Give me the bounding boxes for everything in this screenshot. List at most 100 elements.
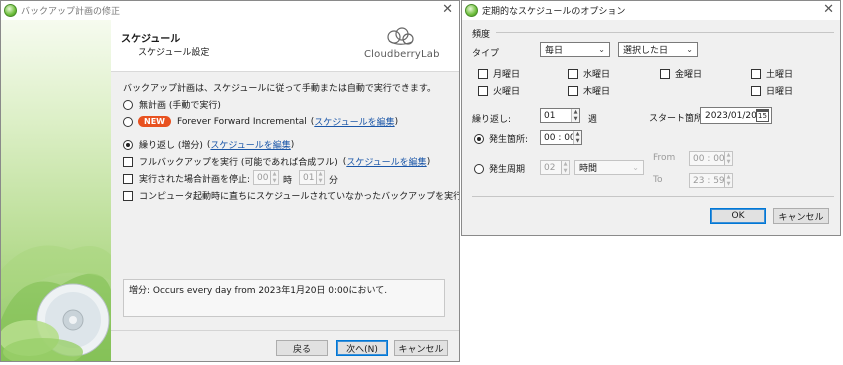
occurs-at-label: 発生箇所: [489, 135, 529, 145]
dialog-titlebar: 定期的なスケジュールのオプション ✕ [462, 1, 840, 20]
recurring-edit-schedule-link[interactable]: スケジュールを編集 [210, 138, 290, 151]
run-missed-checkbox[interactable] [123, 190, 133, 201]
occurs-every-unit-value: 時間 [579, 164, 598, 174]
calendar-icon[interactable]: 15 [756, 109, 769, 122]
thursday-checkbox[interactable] [568, 85, 578, 96]
weekday-friday[interactable]: 金曜日 [660, 67, 702, 80]
option-full-backup[interactable]: フルバックアップを実行 (可能であれば合成フル) (スケジュールを編集) [123, 155, 430, 168]
occurs-every-arrows[interactable]: ▲ ▼ [561, 161, 569, 174]
spin-down-icon[interactable]: ▼ [574, 138, 581, 145]
stop-minutes-unit: 分 [329, 176, 339, 186]
full-backup-edit-schedule-link[interactable]: スケジュールを編集 [346, 155, 426, 168]
weekday-sunday[interactable]: 日曜日 [751, 84, 793, 97]
option-stop-plan[interactable]: 実行された場合計画を停止: [123, 172, 250, 185]
stop-hours-arrows[interactable]: ▲ ▼ [270, 171, 278, 184]
back-button[interactable]: 戻る [276, 340, 328, 356]
recurring-schedule-dialog: 定期的なスケジュールのオプション ✕ 頻度 タイプ 毎日 ⌄ 選択した日 ⌄ 月… [461, 0, 841, 236]
repeat-stepper[interactable]: 01 ▲ ▼ [540, 108, 580, 123]
new-badge: NEW [138, 116, 171, 127]
saturday-checkbox[interactable] [751, 68, 761, 79]
to-time-arrows[interactable]: ▲ ▼ [724, 174, 732, 187]
friday-checkbox[interactable] [660, 68, 670, 79]
wednesday-checkbox[interactable] [568, 68, 578, 79]
chevron-down-icon: ⌄ [598, 45, 605, 54]
cloud-logo-icon [387, 27, 414, 45]
cloudberry-app-icon [4, 4, 17, 17]
stop-minutes-stepper[interactable]: 01 ▲ ▼ [299, 170, 325, 185]
cd-disc-icon [1, 245, 111, 361]
stop-hours-unit: 時 [283, 176, 293, 186]
occurs-at-radio[interactable] [474, 133, 484, 144]
stop-hours-stepper[interactable]: 00 ▲ ▼ [253, 170, 279, 185]
from-time-arrows[interactable]: ▲ ▼ [724, 152, 732, 165]
start-label: スタート箇所: [649, 114, 707, 124]
wizard-titlebar: バックアップ計画の修正 ✕ [1, 1, 459, 20]
page-title: スケジュール [121, 34, 181, 45]
selected-day-select[interactable]: 選択した日 ⌄ [618, 42, 698, 57]
spin-down-icon[interactable]: ▼ [271, 178, 278, 185]
repeat-unit: 週 [588, 115, 598, 125]
type-select-value: 毎日 [545, 46, 564, 56]
option-no-schedule[interactable]: 無計画 (手動で実行) [123, 98, 221, 111]
option-occurs-every[interactable]: 発生周期 [474, 162, 525, 175]
full-backup-checkbox[interactable] [123, 156, 133, 167]
weekday-saturday[interactable]: 土曜日 [751, 67, 793, 80]
ffi-edit-schedule-link[interactable]: スケジュールを編集 [314, 115, 394, 128]
option-run-missed[interactable]: コンピュータ起動時に直ちにスケジュールされていなかったバックアップを実行する [123, 189, 459, 202]
occurs-at-time-stepper[interactable]: 00 : 00 ▲ ▼ [540, 130, 582, 145]
wednesday-label: 水曜日 [583, 70, 611, 80]
recurring-label: 繰り返し (増分) [139, 141, 203, 151]
full-backup-paren-close: ) [426, 156, 431, 167]
option-ffi[interactable]: NEW Forever Forward Incremental (スケジュールを… [123, 115, 398, 128]
cancel-button[interactable]: キャンセル [394, 340, 448, 356]
weekday-wednesday[interactable]: 水曜日 [568, 67, 610, 80]
spin-down-icon[interactable]: ▼ [317, 178, 324, 185]
chevron-down-icon: ⌄ [632, 163, 639, 172]
occurs-every-radio[interactable] [474, 163, 484, 174]
tuesday-checkbox[interactable] [478, 85, 488, 96]
from-time-value: 00 : 00 [693, 153, 725, 164]
from-time-stepper[interactable]: 00 : 00 ▲ ▼ [689, 151, 733, 166]
weekday-thursday[interactable]: 木曜日 [568, 84, 610, 97]
repeat-arrows[interactable]: ▲ ▼ [571, 109, 579, 122]
selected-day-value: 選択した日 [623, 46, 669, 56]
option-recurring[interactable]: 繰り返し (増分) (スケジュールを編集) [123, 138, 294, 151]
to-time-stepper[interactable]: 23 : 59 ▲ ▼ [689, 173, 733, 188]
full-backup-label: フルバックアップを実行 (可能であれば合成フル) [139, 158, 338, 168]
wizard-close-icon[interactable]: ✕ [442, 2, 453, 18]
monday-checkbox[interactable] [478, 68, 488, 79]
spin-down-icon[interactable]: ▼ [725, 159, 732, 166]
occurs-every-value: 02 [544, 162, 556, 173]
occurs-every-stepper[interactable]: 02 ▲ ▼ [540, 160, 570, 175]
start-date-value: 2023/01/20 [705, 110, 757, 121]
ffi-radio[interactable] [123, 116, 133, 127]
option-occurs-at[interactable]: 発生箇所: [474, 132, 528, 145]
monday-label: 月曜日 [493, 70, 521, 80]
occurs-at-arrows[interactable]: ▲ ▼ [573, 131, 581, 144]
spin-down-icon[interactable]: ▼ [562, 168, 569, 175]
dialog-bottom-divider [472, 196, 834, 197]
recurring-paren-close: ) [290, 139, 295, 150]
stop-hours-value: 00 [257, 172, 269, 183]
recurring-radio[interactable] [123, 139, 133, 150]
weekday-monday[interactable]: 月曜日 [478, 67, 520, 80]
dialog-cancel-button[interactable]: キャンセル [773, 208, 829, 224]
stop-minutes-value: 01 [303, 172, 315, 183]
ok-button[interactable]: OK [710, 208, 766, 224]
type-select[interactable]: 毎日 ⌄ [540, 42, 610, 57]
start-date-picker[interactable]: 2023/01/20 15 [700, 107, 772, 124]
spin-down-icon[interactable]: ▼ [572, 116, 579, 123]
stop-plan-label: 実行された場合計画を停止: [139, 175, 251, 185]
backup-plan-wizard-window: バックアップ計画の修正 ✕ スケジュール スケジュール設定 Cloudberry… [0, 0, 460, 362]
stop-plan-checkbox[interactable] [123, 173, 133, 184]
dialog-close-icon[interactable]: ✕ [823, 2, 834, 18]
footer-separator [111, 330, 459, 331]
weekday-tuesday[interactable]: 火曜日 [478, 84, 520, 97]
no-schedule-radio[interactable] [123, 99, 133, 110]
brand-name: CloudberryLab [364, 49, 440, 60]
stop-minutes-arrows[interactable]: ▲ ▼ [316, 171, 324, 184]
spin-down-icon[interactable]: ▼ [725, 181, 732, 188]
next-button[interactable]: 次へ(N) [336, 340, 388, 356]
sunday-checkbox[interactable] [751, 85, 761, 96]
occurs-every-unit-select[interactable]: 時間 ⌄ [574, 160, 644, 175]
